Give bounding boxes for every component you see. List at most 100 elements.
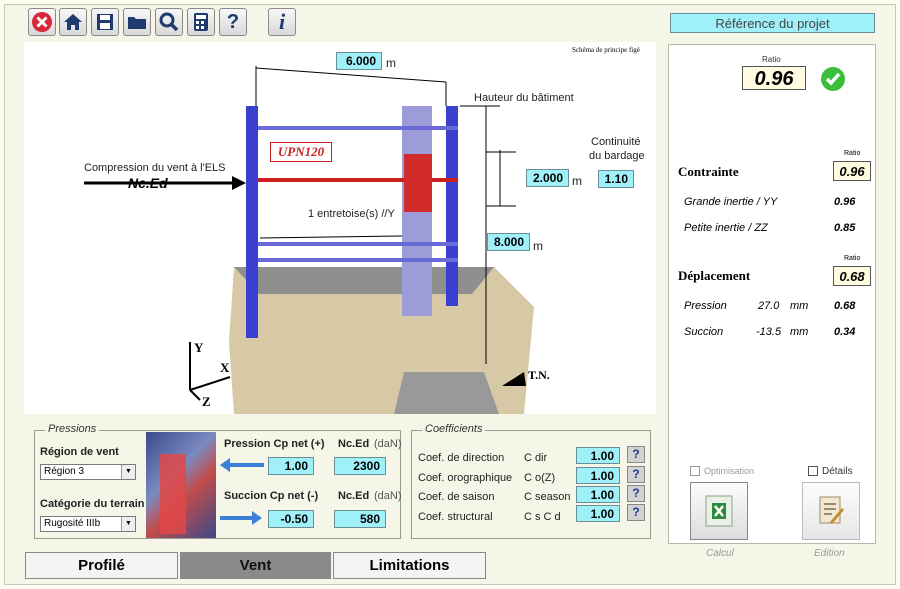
- deplacement-ratio-label: Ratio: [844, 255, 861, 262]
- close-button[interactable]: [28, 8, 56, 36]
- petite-inertie-label: Petite inertie / ZZ: [684, 222, 768, 234]
- info-button[interactable]: i: [268, 8, 296, 36]
- profile-label[interactable]: UPN120: [270, 142, 332, 162]
- coef-season-field[interactable]: 1.00: [576, 486, 620, 503]
- axis-z-label: Z: [202, 394, 211, 409]
- pressure-arrow-icon: [220, 458, 264, 472]
- width-field[interactable]: 6.000: [336, 52, 382, 70]
- strut-label[interactable]: 1 entretoise(s) //Y: [308, 208, 395, 220]
- search-button[interactable]: [155, 8, 183, 36]
- pression-displacement: 27.0: [758, 300, 780, 312]
- strut-dim-line: [259, 235, 403, 239]
- terrain-step: [394, 372, 499, 414]
- folder-icon: [128, 17, 146, 29]
- coef-season-help-button[interactable]: ?: [627, 485, 645, 502]
- coef-structural-field[interactable]: 1.00: [576, 505, 620, 522]
- main-ratio-value: 0.96: [742, 66, 806, 90]
- terrain-select[interactable]: Rugosité IIIb ▼: [40, 516, 136, 532]
- coef-orography-symbol: C o(Z): [524, 472, 556, 484]
- nced-neg-label: Nc.Ed: [338, 490, 370, 502]
- compression-symbol: Nc.Ed: [128, 175, 168, 191]
- compression-label: Compression du vent à l'ELS: [84, 162, 226, 174]
- main-ratio-label: Ratio: [762, 55, 781, 64]
- axis-x: [189, 376, 231, 391]
- details-checkbox[interactable]: [808, 466, 818, 476]
- optimisation-checkbox[interactable]: [690, 466, 700, 476]
- home-button[interactable]: [59, 8, 87, 36]
- contrainte-ratio-value: 0.96: [833, 161, 871, 181]
- help-button[interactable]: ?: [219, 8, 247, 36]
- wind-region-value: Région 3: [44, 466, 85, 477]
- left-column: [246, 106, 258, 338]
- pression-label: Pression: [684, 300, 727, 312]
- tab-profile[interactable]: Profilé: [25, 552, 178, 579]
- grande-inertie-value: 0.96: [834, 196, 856, 208]
- continuity-label-1: Continuité: [591, 136, 641, 148]
- nced-pos-unit: (daN): [374, 438, 402, 450]
- continuity-field[interactable]: 1.10: [598, 170, 634, 188]
- coef-structural-label: Coef. structural: [418, 511, 493, 523]
- axis-y-label: Y: [194, 340, 204, 355]
- contrainte-ratio-label: Ratio: [844, 150, 861, 157]
- cp-pos-label: Pression Cp net (+): [224, 438, 325, 450]
- nced-neg-field[interactable]: 580: [334, 510, 386, 528]
- coef-direction-symbol: C dir: [524, 452, 548, 464]
- coefficients-title: Coefficients: [422, 423, 486, 435]
- coef-direction-label: Coef. de direction: [418, 452, 505, 464]
- height-unit: m: [533, 239, 543, 253]
- cp-pos-field[interactable]: 1.00: [268, 457, 314, 475]
- deplacement-ratio-value: 0.68: [833, 266, 871, 286]
- spacing-field[interactable]: 2.000: [526, 169, 569, 187]
- grande-inertie-label: Grande inertie / YY: [684, 196, 778, 208]
- height-field[interactable]: 8.000: [487, 233, 530, 251]
- calculator-button[interactable]: [187, 8, 215, 36]
- continuity-label-2: du bardage: [589, 150, 645, 162]
- save-icon: [97, 14, 113, 30]
- calcul-label: Calcul: [706, 548, 734, 559]
- coef-orography-field[interactable]: 1.00: [576, 467, 620, 484]
- petite-inertie-value: 0.85: [834, 222, 856, 234]
- coef-orography-help-button[interactable]: ?: [627, 466, 645, 483]
- edition-button[interactable]: [802, 482, 860, 540]
- calculator-icon: [194, 13, 208, 31]
- axis-x-label: X: [220, 360, 230, 375]
- calcul-button[interactable]: [690, 482, 748, 540]
- terrain-label: Catégorie du terrain: [40, 498, 145, 510]
- coef-direction-field[interactable]: 1.00: [576, 447, 620, 464]
- wind-region-label: Région de vent: [40, 446, 119, 458]
- help-icon: ?: [226, 10, 240, 33]
- pression-unit: mm: [790, 300, 809, 312]
- purlin-mid: [258, 242, 458, 246]
- chevron-down-icon: ▼: [121, 517, 135, 531]
- diagram-panel: Schéma de principe figé 6.000 m Hauteur …: [24, 42, 656, 414]
- tab-vent[interactable]: Vent: [180, 552, 331, 579]
- cp-neg-field[interactable]: -0.50: [268, 510, 314, 528]
- succion-displacement: -13.5: [756, 326, 782, 338]
- schema-note: Schéma de principe figé: [572, 46, 640, 54]
- wall-image: [146, 432, 216, 538]
- tab-limitations[interactable]: Limitations: [333, 552, 486, 579]
- suction-arrow-icon: [220, 511, 262, 525]
- chevron-down-icon: ▼: [121, 465, 135, 479]
- info-icon: i: [278, 9, 286, 34]
- project-reference-field[interactable]: Référence du projet: [670, 13, 875, 33]
- coef-season-symbol: C season: [524, 491, 571, 503]
- purlin-top: [258, 126, 458, 130]
- nced-pos-field[interactable]: 2300: [334, 457, 386, 475]
- succion-label: Succion: [684, 326, 724, 338]
- details-label: Détails: [822, 466, 853, 477]
- width-dim-line: [255, 67, 447, 83]
- edition-label: Edition: [814, 548, 845, 559]
- search-icon: [159, 12, 179, 32]
- coef-direction-help-button[interactable]: ?: [627, 446, 645, 463]
- purlin-low: [258, 258, 458, 262]
- open-button[interactable]: [123, 8, 151, 36]
- check-ok-icon: [821, 67, 845, 91]
- edit-document-icon: [819, 496, 844, 524]
- home-icon: [64, 14, 82, 30]
- wind-region-select[interactable]: Région 3 ▼: [40, 464, 136, 480]
- highlight-bay: [404, 154, 432, 212]
- coef-structural-help-button[interactable]: ?: [627, 504, 645, 521]
- save-button[interactable]: [91, 8, 119, 36]
- pressions-title: Pressions: [45, 423, 100, 435]
